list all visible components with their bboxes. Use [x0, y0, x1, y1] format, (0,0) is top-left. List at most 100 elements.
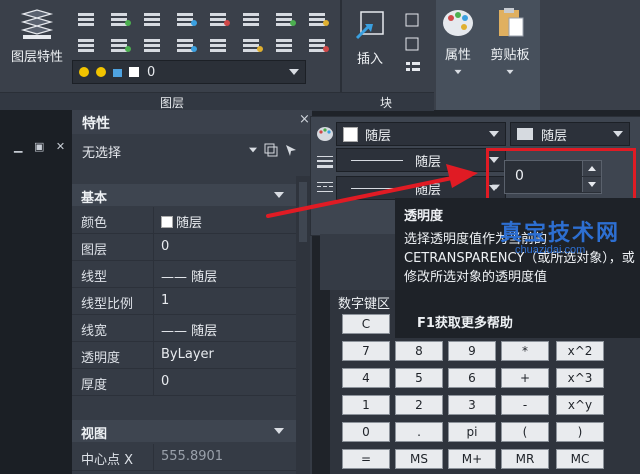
layer-state-icons [79, 67, 139, 77]
calc-key[interactable]: 0 [342, 422, 390, 442]
chevron-down-icon [489, 131, 499, 137]
quick-select-icon[interactable] [264, 143, 278, 157]
palette-titlebar[interactable]: 特性 [72, 110, 312, 134]
close-icon[interactable]: × [299, 112, 310, 127]
calc-key[interactable]: MS [395, 449, 443, 469]
chevron-down-icon [506, 69, 514, 75]
calc-key-c[interactable]: C [342, 314, 390, 334]
section-view-header[interactable]: 视图 [72, 420, 296, 442]
layer-tool-10-icon[interactable] [105, 34, 135, 56]
block-small-tools [402, 12, 424, 78]
color-swatch-icon [343, 126, 358, 142]
lineweight-combo[interactable]: 随层 [336, 176, 506, 200]
prop-row-layer[interactable]: 图层 0 [72, 234, 296, 261]
layer-tool-5-icon[interactable] [204, 8, 234, 30]
layer-dropdown[interactable]: 0 [72, 60, 306, 84]
layer-tool-4-icon[interactable] [171, 8, 201, 30]
calc-key[interactable]: MC [556, 449, 604, 469]
layer-tool-13-icon[interactable] [204, 34, 234, 56]
layer-color-combo[interactable]: 随层 [510, 122, 630, 146]
prop-row-transparency[interactable]: 透明度 ByLayer [72, 342, 296, 369]
prop-value: 555.8901 [161, 449, 224, 464]
layer-properties-label: 图层特性 [10, 50, 63, 65]
line-sample [351, 159, 403, 161]
layer-tool-16-icon[interactable] [303, 34, 333, 56]
linetype-icon[interactable] [316, 181, 334, 195]
calc-key[interactable]: ( [501, 422, 549, 442]
layer-tool-6-icon[interactable] [237, 8, 267, 30]
prop-row-thickness[interactable]: 厚度 0 [72, 369, 296, 396]
linetype-combo-value: 随层 [415, 154, 442, 170]
prop-row-color[interactable]: 颜色 随层 [72, 207, 296, 234]
layer-properties-button[interactable]: 图层特性 [6, 8, 68, 68]
layer-tool-11-icon[interactable] [138, 34, 168, 56]
collapse-icon[interactable] [274, 192, 284, 198]
prop-key: 中心点 X [81, 453, 134, 468]
section-basic-header[interactable]: 基本 [72, 184, 296, 206]
drawing-area[interactable] [0, 110, 72, 474]
palette-icon[interactable] [315, 125, 335, 143]
prop-value: 1 [161, 293, 170, 308]
window-controls[interactable]: ▁ ▣ ✕ [14, 140, 69, 153]
calculator-title: 数字键区 [338, 297, 391, 312]
color-combo[interactable]: 随层 [336, 122, 506, 146]
layer-tool-12-icon[interactable] [171, 34, 201, 56]
layer-tool-9-icon[interactable] [72, 34, 102, 56]
panel-title-layers[interactable]: 图层 [160, 94, 184, 111]
calc-key[interactable]: M+ [448, 449, 496, 469]
prop-row-linetype-scale[interactable]: 线型比例 1 [72, 288, 296, 315]
layer-tool-2-icon[interactable] [105, 8, 135, 30]
clipboard-button[interactable]: 剪贴板 [484, 6, 536, 86]
prop-key: 线型 [81, 270, 108, 285]
chevron-down-icon [613, 131, 623, 137]
calc-key[interactable]: 2 [395, 395, 443, 415]
calc-key[interactable]: 3 [448, 395, 496, 415]
prop-value: 0 [161, 374, 170, 389]
selection-dropdown[interactable]: 无选择 [72, 138, 312, 162]
palette-scrollbar[interactable] [296, 176, 310, 474]
collapse-icon[interactable] [274, 428, 284, 434]
properties-button[interactable]: 属性 [436, 6, 480, 86]
prop-key: 线宽 [81, 324, 108, 339]
layer-color-combo-value: 随层 [541, 128, 568, 144]
calc-key[interactable]: = [342, 449, 390, 469]
prop-row-center-x[interactable]: 中心点 X 555.8901 [72, 444, 296, 471]
select-objects-icon[interactable] [284, 143, 298, 157]
calc-key[interactable]: 1 [342, 395, 390, 415]
prop-row-lineweight[interactable]: 线宽 —— 随层 [72, 315, 296, 342]
calc-key[interactable]: MR [501, 449, 549, 469]
layer-tool-14-icon[interactable] [237, 34, 267, 56]
linetype-combo[interactable]: 随层 [336, 148, 506, 172]
calc-key[interactable]: . [395, 422, 443, 442]
calc-key[interactable]: + [501, 368, 549, 388]
prop-value: —— 随层 [161, 324, 218, 339]
calc-key[interactable]: 5 [395, 368, 443, 388]
calc-key[interactable]: - [501, 395, 549, 415]
section-basic-title: 基本 [81, 191, 108, 206]
prop-key: 透明度 [81, 351, 121, 366]
calc-key[interactable]: * [501, 341, 549, 361]
calc-key[interactable]: 6 [448, 368, 496, 388]
layer-tool-7-icon[interactable] [270, 8, 300, 30]
layer-tool-1-icon[interactable] [72, 8, 102, 30]
layer-tool-8-icon[interactable] [303, 8, 333, 30]
layer-tool-15-icon[interactable] [270, 34, 300, 56]
calc-key[interactable]: pi [448, 422, 496, 442]
calc-key[interactable]: 8 [395, 341, 443, 361]
calc-key[interactable]: x^3 [556, 368, 604, 388]
prop-key: 厚度 [81, 378, 108, 393]
insert-block-icon [355, 11, 384, 40]
section-view-title: 视图 [81, 427, 108, 442]
layer-tools-grid [72, 8, 334, 60]
calc-key[interactable]: 7 [342, 341, 390, 361]
layer-tool-3-icon[interactable] [138, 8, 168, 30]
panel-title-block[interactable]: 块 [380, 94, 392, 111]
calc-key[interactable]: 4 [342, 368, 390, 388]
insert-button[interactable]: 插入 [348, 10, 392, 72]
calc-key[interactable]: ) [556, 422, 604, 442]
calc-key[interactable]: x^y [556, 395, 604, 415]
calc-key[interactable]: x^2 [556, 341, 604, 361]
calc-key[interactable]: 9 [448, 341, 496, 361]
lineweight-icon[interactable] [316, 155, 334, 169]
prop-row-linetype[interactable]: 线型 —— 随层 [72, 261, 296, 288]
